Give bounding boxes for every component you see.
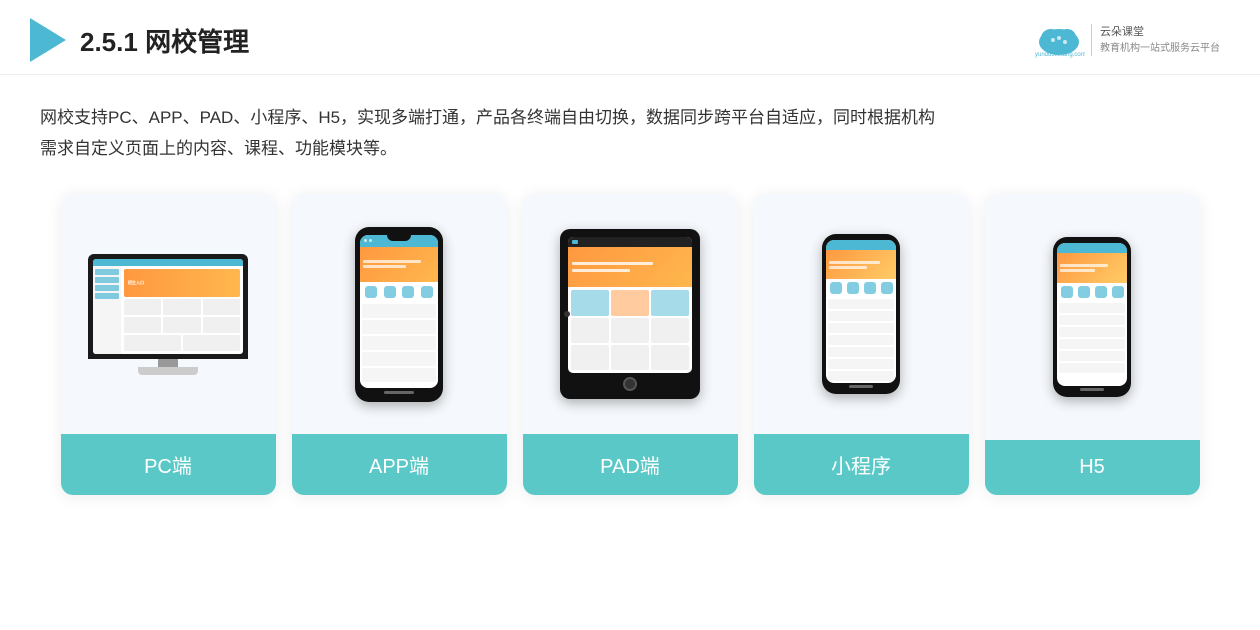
- card-miniapp: 小程序: [754, 194, 969, 495]
- miniphone-screen: [826, 240, 896, 383]
- device-h5-mockup: [1053, 237, 1131, 397]
- pc-stand-base: [138, 367, 198, 375]
- card-pc-image: 招生入口: [61, 194, 276, 434]
- brand-icon: yunduoketang.com: [1033, 20, 1085, 60]
- card-pad: PAD端: [523, 194, 738, 495]
- card-pc-label: PC端: [61, 434, 276, 495]
- brand-logo: yunduoketang.com 云朵课堂 教育机构一站式服务云平台: [1033, 20, 1220, 60]
- pc-screen: 招生入口: [93, 259, 243, 354]
- pc-stand-neck: [158, 359, 178, 367]
- description-text: 网校支持PC、APP、PAD、小程序、H5，实现多端打通，产品各终端自由切换，数…: [40, 103, 1220, 164]
- phone-notch: [387, 235, 411, 241]
- header-left: 2.5.1 网校管理: [30, 18, 249, 62]
- card-h5: H5: [985, 194, 1200, 495]
- card-app: APP端: [292, 194, 507, 495]
- card-h5-label: H5: [985, 440, 1200, 495]
- device-pc-mockup: 招生入口: [83, 254, 253, 375]
- description-section: 网校支持PC、APP、PAD、小程序、H5，实现多端打通，产品各终端自由切换，数…: [0, 75, 1260, 184]
- phone-screen: [360, 235, 438, 388]
- h5-screen: [1057, 243, 1127, 386]
- card-app-label: APP端: [292, 434, 507, 495]
- pad-camera: [564, 311, 570, 317]
- miniphone-home-bar: [849, 385, 873, 388]
- svg-text:yunduoketang.com: yunduoketang.com: [1035, 52, 1085, 58]
- card-pad-label: PAD端: [523, 434, 738, 495]
- pc-monitor: 招生入口: [88, 254, 248, 359]
- page-header: 2.5.1 网校管理 yunduoketang.com 云朵课堂 教育机构一站式…: [0, 0, 1260, 75]
- pad-home-button: [623, 377, 637, 391]
- card-miniapp-label: 小程序: [754, 434, 969, 495]
- device-cards-section: 招生入口: [0, 184, 1260, 515]
- device-app-mockup: [355, 227, 443, 402]
- card-app-image: [292, 194, 507, 434]
- page-title: 2.5.1 网校管理: [80, 22, 249, 59]
- card-pad-image: [523, 194, 738, 434]
- brand-tagline: 云朵课堂 教育机构一站式服务云平台: [1091, 24, 1220, 56]
- device-pad-mockup: [560, 229, 700, 399]
- card-h5-image: [985, 194, 1200, 440]
- device-miniapp-mockup: [822, 234, 900, 394]
- card-pc: 招生入口: [61, 194, 276, 495]
- pad-screen: [568, 237, 692, 373]
- h5-home-bar: [1080, 388, 1104, 391]
- phone-home-bar: [384, 391, 414, 394]
- logo-triangle-icon: [30, 18, 66, 62]
- card-miniapp-image: [754, 194, 969, 434]
